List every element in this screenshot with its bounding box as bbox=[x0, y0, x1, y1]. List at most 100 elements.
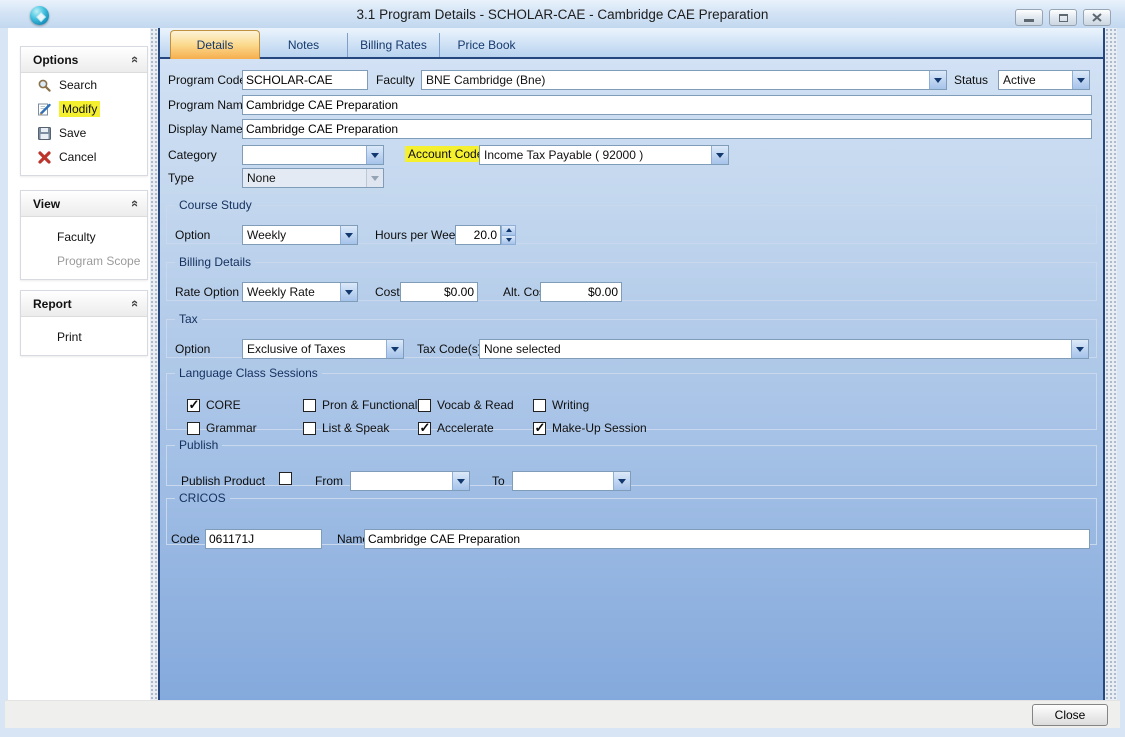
status-dropdown[interactable]: Active bbox=[998, 70, 1090, 90]
spinner-up-icon[interactable] bbox=[501, 225, 516, 236]
checkbox-icon[interactable] bbox=[533, 399, 546, 412]
tab-details[interactable]: Details bbox=[170, 30, 260, 59]
language-class-sessions-title: Language Class Sessions bbox=[175, 366, 322, 380]
session-checkbox-7[interactable]: Make-Up Session bbox=[533, 421, 647, 435]
display-name-label: Display Name bbox=[168, 122, 243, 136]
tab-label: Details bbox=[197, 38, 234, 52]
session-label: Writing bbox=[552, 398, 589, 412]
dropdown-arrow-icon[interactable] bbox=[711, 146, 728, 164]
tab-price-book[interactable]: Price Book bbox=[439, 33, 533, 57]
collapse-chevron-icon[interactable]: « bbox=[128, 200, 143, 207]
tab-billing-rates[interactable]: Billing Rates bbox=[347, 33, 439, 57]
sidebar-item-search[interactable]: Search bbox=[21, 73, 147, 97]
report-panel: Report « Print bbox=[20, 290, 148, 356]
program-name-label: Program Name bbox=[168, 98, 249, 112]
status-value: Active bbox=[999, 71, 1072, 89]
options-panel-header[interactable]: Options « bbox=[21, 47, 147, 73]
dropdown-arrow-icon[interactable] bbox=[340, 226, 357, 244]
checkbox-icon[interactable] bbox=[418, 399, 431, 412]
tax-codes-dropdown[interactable]: None selected bbox=[479, 339, 1089, 359]
view-panel-header[interactable]: View « bbox=[21, 191, 147, 217]
sidebar-item-cancel[interactable]: Cancel bbox=[21, 145, 147, 169]
dropdown-arrow-icon[interactable] bbox=[386, 340, 403, 358]
tab-label: Price Book bbox=[457, 38, 515, 52]
minimize-icon bbox=[1024, 19, 1034, 22]
checkbox-icon[interactable] bbox=[303, 399, 316, 412]
program-name-input[interactable] bbox=[242, 95, 1092, 115]
minimize-button[interactable] bbox=[1015, 9, 1043, 26]
course-study-group: Course Study Option Weekly Hours per Wee… bbox=[166, 198, 1097, 244]
close-button[interactable]: Close bbox=[1032, 704, 1108, 726]
category-dropdown[interactable] bbox=[242, 145, 384, 165]
report-panel-header[interactable]: Report « bbox=[21, 291, 147, 317]
right-splitter[interactable] bbox=[1105, 28, 1117, 700]
spinner-down-icon[interactable] bbox=[501, 236, 516, 246]
session-checkbox-0[interactable]: CORE bbox=[187, 398, 241, 412]
faculty-dropdown[interactable]: BNE Cambridge (Bne) bbox=[421, 70, 947, 90]
checkbox-icon[interactable] bbox=[187, 399, 200, 412]
publish-to-dropdown[interactable] bbox=[512, 471, 631, 491]
details-panel: Program Code Faculty BNE Cambridge (Bne)… bbox=[160, 59, 1103, 700]
sidebar-item-program-scope[interactable]: Program Scope bbox=[21, 249, 147, 273]
publish-product-label: Publish Product bbox=[181, 474, 265, 488]
alt-cost-input[interactable] bbox=[540, 282, 622, 302]
dropdown-arrow-icon[interactable] bbox=[929, 71, 946, 89]
course-option-label: Option bbox=[175, 228, 210, 242]
session-checkbox-3[interactable]: Writing bbox=[533, 398, 589, 412]
dropdown-arrow-icon[interactable] bbox=[613, 472, 630, 490]
maximize-button[interactable] bbox=[1049, 9, 1077, 26]
session-checkbox-1[interactable]: Pron & Functional bbox=[303, 398, 417, 412]
checkbox-icon[interactable] bbox=[303, 422, 316, 435]
checkbox-icon[interactable] bbox=[187, 422, 200, 435]
cricos-code-input[interactable] bbox=[205, 529, 322, 549]
sidebar-item-label: Faculty bbox=[57, 230, 96, 244]
view-panel-title: View bbox=[33, 197, 60, 211]
program-code-input[interactable] bbox=[242, 70, 368, 90]
checkbox-icon[interactable] bbox=[533, 422, 546, 435]
sidebar-splitter[interactable] bbox=[150, 28, 158, 700]
dropdown-arrow-icon[interactable] bbox=[1071, 340, 1088, 358]
options-panel: Options « Search Modify bbox=[20, 46, 148, 176]
publish-from-dropdown[interactable] bbox=[350, 471, 470, 491]
hours-per-week-stepper[interactable] bbox=[455, 225, 516, 245]
dropdown-arrow-icon[interactable] bbox=[366, 146, 383, 164]
dropdown-arrow-icon[interactable] bbox=[452, 472, 469, 490]
close-icon bbox=[1092, 13, 1102, 22]
account-code-dropdown[interactable]: Income Tax Payable ( 92000 ) bbox=[479, 145, 729, 165]
footer-bar: Close bbox=[5, 700, 1120, 728]
category-label: Category bbox=[168, 148, 217, 162]
course-option-dropdown[interactable]: Weekly bbox=[242, 225, 358, 245]
dropdown-arrow-icon bbox=[366, 169, 383, 187]
collapse-chevron-icon[interactable]: « bbox=[128, 56, 143, 63]
sidebar-item-modify[interactable]: Modify bbox=[21, 97, 147, 121]
type-value: None bbox=[243, 169, 366, 187]
cost-input[interactable] bbox=[400, 282, 478, 302]
publish-product-checkbox[interactable] bbox=[279, 472, 292, 485]
sidebar-item-faculty[interactable]: Faculty bbox=[21, 225, 147, 249]
session-checkbox-5[interactable]: List & Speak bbox=[303, 421, 389, 435]
display-name-input[interactable] bbox=[242, 119, 1092, 139]
tab-notes[interactable]: Notes bbox=[260, 33, 347, 57]
sidebar-item-save[interactable]: Save bbox=[21, 121, 147, 145]
checkbox-icon[interactable] bbox=[418, 422, 431, 435]
cancel-icon bbox=[37, 150, 52, 165]
collapse-chevron-icon[interactable]: « bbox=[128, 300, 143, 307]
sidebar-item-label: Modify bbox=[59, 101, 100, 117]
close-window-button[interactable] bbox=[1083, 9, 1111, 26]
sidebar-item-print[interactable]: Print bbox=[21, 325, 147, 349]
tax-option-dropdown[interactable]: Exclusive of Taxes bbox=[242, 339, 404, 359]
rate-option-dropdown[interactable]: Weekly Rate bbox=[242, 282, 358, 302]
cricos-name-input[interactable] bbox=[364, 529, 1090, 549]
session-checkbox-2[interactable]: Vocab & Read bbox=[418, 398, 514, 412]
dropdown-arrow-icon[interactable] bbox=[1072, 71, 1089, 89]
session-label: Grammar bbox=[206, 421, 257, 435]
session-checkbox-6[interactable]: Accelerate bbox=[418, 421, 494, 435]
dropdown-arrow-icon[interactable] bbox=[340, 283, 357, 301]
hours-per-week-input[interactable] bbox=[455, 225, 501, 245]
rate-option-value: Weekly Rate bbox=[243, 283, 340, 301]
language-class-sessions-group: Language Class Sessions CORE Pron & Func… bbox=[166, 366, 1097, 430]
session-checkbox-4[interactable]: Grammar bbox=[187, 421, 257, 435]
course-option-value: Weekly bbox=[243, 226, 340, 244]
course-study-title: Course Study bbox=[175, 198, 256, 212]
publish-to-value bbox=[513, 472, 613, 490]
